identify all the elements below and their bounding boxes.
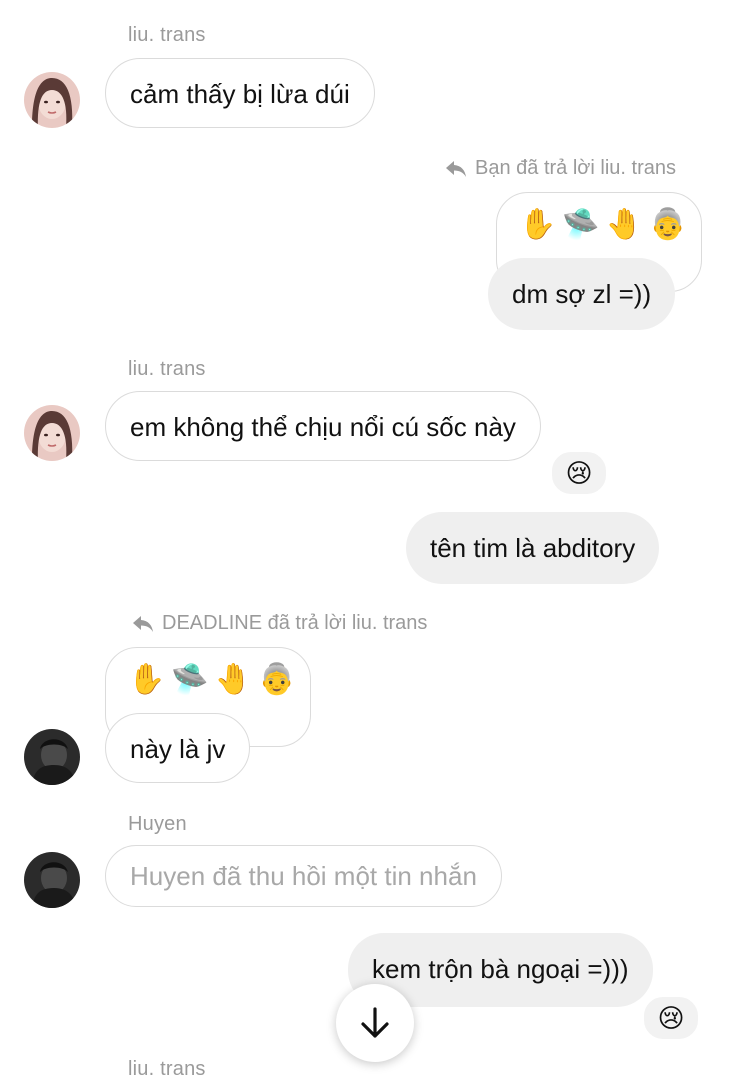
quoted-text: ✋🛸🤚👵 bbox=[128, 663, 302, 696]
message-text: này là jv bbox=[130, 734, 226, 764]
quoted-text: ✋🛸🤚👵 bbox=[519, 208, 693, 241]
reply-arrow-icon bbox=[133, 615, 153, 632]
avatar-photo bbox=[24, 405, 80, 461]
reply-note-text: DEADLINE đã trả lời liu. trans bbox=[162, 612, 428, 634]
sender-name: liu. trans bbox=[128, 1058, 206, 1080]
scroll-to-bottom-button[interactable] bbox=[336, 984, 414, 1062]
avatar-photo bbox=[24, 72, 80, 128]
avatar-photo bbox=[24, 852, 80, 908]
message-bubble-me[interactable]: tên tim là abditory bbox=[406, 512, 660, 584]
reaction-badge[interactable]: 😢 bbox=[550, 450, 608, 496]
avatar-huyen[interactable] bbox=[24, 852, 80, 908]
avatar-photo bbox=[24, 729, 80, 785]
reply-arrow-icon bbox=[446, 160, 466, 177]
avatar-liu-trans[interactable] bbox=[24, 405, 80, 461]
avatar-deadline[interactable] bbox=[24, 729, 80, 785]
crying-face-icon: 😢 bbox=[657, 1002, 685, 1033]
message-text: dm sợ zl =)) bbox=[512, 279, 652, 309]
reply-indicator: Bạn đã trả lời liu. trans bbox=[445, 157, 676, 180]
message-text: kem trộn bà ngoại =))) bbox=[372, 954, 629, 984]
reply-note-text: Bạn đã trả lời liu. trans bbox=[475, 157, 676, 179]
message-bubble-me[interactable]: dm sợ zl =)) bbox=[488, 258, 676, 330]
message-text: tên tim là abditory bbox=[430, 533, 636, 563]
unsent-message-notice: Huyen đã thu hồi một tin nhắn bbox=[105, 845, 502, 907]
message-text: em không thể chịu nổi cú sốc này bbox=[130, 412, 516, 442]
sender-name: Huyen bbox=[128, 813, 187, 835]
avatar-liu-trans[interactable] bbox=[24, 72, 80, 128]
message-bubble[interactable]: cảm thấy bị lừa dúi bbox=[105, 58, 375, 128]
sender-name: liu. trans bbox=[128, 24, 206, 46]
sender-name: liu. trans bbox=[128, 358, 206, 380]
reaction-badge[interactable]: 😢 bbox=[642, 995, 700, 1041]
reply-indicator: DEADLINE đã trả lời liu. trans bbox=[132, 612, 427, 635]
arrow-down-icon bbox=[361, 1007, 389, 1038]
message-text: Huyen đã thu hồi một tin nhắn bbox=[130, 861, 477, 891]
message-bubble[interactable]: em không thể chịu nổi cú sốc này bbox=[105, 391, 541, 461]
message-text: cảm thấy bị lừa dúi bbox=[130, 79, 350, 109]
crying-face-icon: 😢 bbox=[565, 457, 593, 488]
message-bubble[interactable]: này là jv bbox=[105, 713, 251, 783]
